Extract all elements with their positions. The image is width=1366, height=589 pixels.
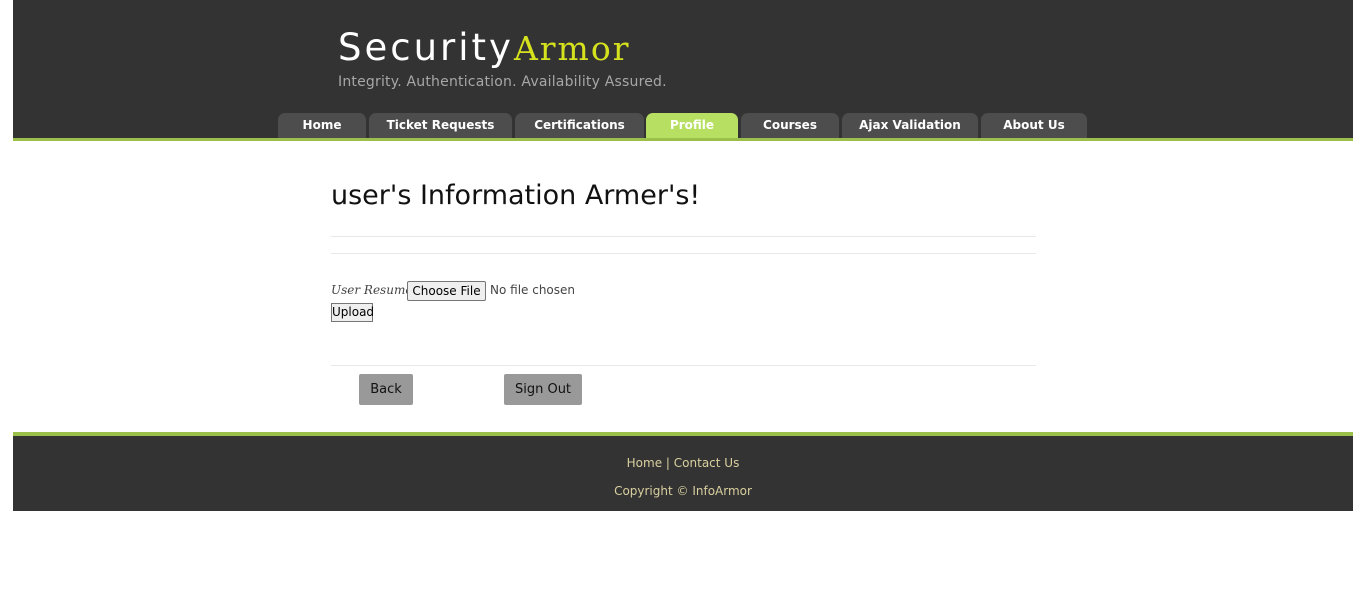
site-tagline: Integrity. Authentication. Availability … xyxy=(338,74,667,90)
footer-links: Home | Contact Us xyxy=(13,456,1353,470)
site-footer: Home | Contact Us Copyright © InfoArmor xyxy=(13,436,1353,511)
footer-home-link[interactable]: Home xyxy=(627,456,662,470)
sign-out-button[interactable]: Sign Out xyxy=(504,374,582,405)
divider xyxy=(331,365,1036,366)
tab-profile[interactable]: Profile xyxy=(646,113,738,138)
back-button[interactable]: Back xyxy=(359,374,413,405)
footer-separator: | xyxy=(665,456,670,470)
tab-ajax-validation[interactable]: Ajax Validation xyxy=(842,113,978,138)
copyright-text: Copyright © InfoArmor xyxy=(614,484,752,498)
tab-home[interactable]: Home xyxy=(278,113,366,138)
file-status-text: No file chosen xyxy=(490,283,576,297)
page-title: user's Information Armer's! xyxy=(331,180,701,211)
tab-about-us[interactable]: About Us xyxy=(981,113,1087,138)
tab-ticket-requests[interactable]: Ticket Requests xyxy=(369,113,512,138)
tab-courses[interactable]: Courses xyxy=(741,113,839,138)
site-logo[interactable]: SecurityArmor xyxy=(338,26,631,69)
divider xyxy=(331,236,1036,237)
divider xyxy=(331,253,1036,254)
upload-button[interactable]: Upload xyxy=(331,303,374,322)
footer-contact-link[interactable]: Contact Us xyxy=(674,456,740,470)
header-divider xyxy=(13,138,1353,141)
logo-text-security: Security xyxy=(338,26,514,69)
choose-file-button[interactable]: Choose File xyxy=(407,281,486,301)
logo-text-armor: Armor xyxy=(513,29,631,68)
resume-label: User Resume: xyxy=(331,283,417,297)
tab-certifications[interactable]: Certifications xyxy=(515,113,644,138)
